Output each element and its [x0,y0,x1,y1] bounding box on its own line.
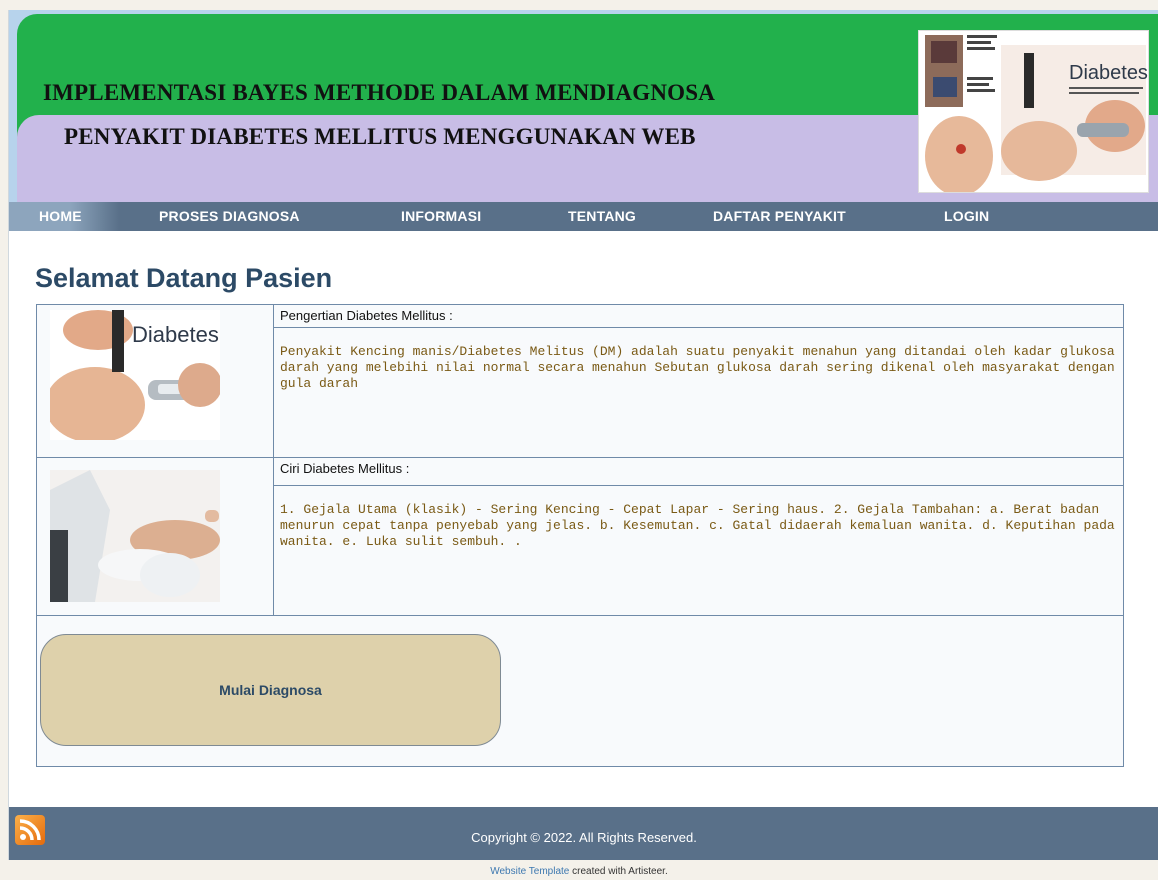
diabetes-image-label: Diabetes [132,322,219,347]
section-title-pengertian: Pengertian Diabetes Mellitus : [280,308,453,323]
credit-text: created with Artisteer. [569,866,668,877]
section-text-pengertian: Penyakit Kencing manis/Diabetes Melitus … [280,344,1115,392]
nav-login[interactable]: LOGIN [944,208,989,224]
section-title-cell: Ciri Diabetes Mellitus : [273,456,1124,487]
template-credit: Website Template created with Artisteer. [0,866,1158,877]
nav-informasi[interactable]: INFORMASI [401,208,481,224]
page: IMPLEMENTASI BAYES METHODE DALAM MENDIAG… [8,10,1158,860]
info-table: Diabetes Pengertian Diabetes Mellitus : … [36,303,1124,767]
section-text-cell: 1. Gejala Utama (klasik) - Sering Kencin… [273,485,1124,617]
section-text-cell: Penyakit Kencing manis/Diabetes Melitus … [273,327,1124,458]
table-row: Diabetes Pengertian Diabetes Mellitus : [36,303,1124,458]
section-title-cell: Pengertian Diabetes Mellitus : [273,303,1124,329]
nav-home[interactable]: HOME [39,208,82,224]
section-text-ciri: 1. Gejala Utama (klasik) - Sering Kencin… [280,502,1115,550]
nav-proses-diagnosa[interactable]: PROSES DIAGNOSA [159,208,300,224]
diabetes-test-image: Diabetes [50,310,220,440]
nav-daftar-penyakit[interactable]: DAFTAR PENYAKIT [713,208,846,224]
main-content: Selamat Datang Pasien Diabetes Pengertia… [9,231,1158,807]
nav-tentang[interactable]: TENTANG [568,208,636,224]
site-title-line1: IMPLEMENTASI BAYES METHODE DALAM MENDIAG… [43,80,716,105]
header-diabetes-logo-text: Diabetes [1069,62,1148,84]
section-title-ciri: Ciri Diabetes Mellitus : [280,460,410,476]
table-row: Ciri Diabetes Mellitus : [36,456,1124,617]
button-cell: Mulai Diagnosa [36,615,1124,767]
main-nav: HOME PROSES DIAGNOSA INFORMASI TENTANG D… [9,202,1158,231]
website-template-link[interactable]: Website Template [490,866,569,877]
copyright-text: Copyright © 2022. All Rights Reserved. [471,830,697,845]
table-row: Mulai Diagnosa [36,615,1124,767]
site-title-line2: PENYAKIT DIABETES MELLITUS MENGGUNAKAN W… [64,124,696,149]
mulai-diagnosa-button[interactable]: Mulai Diagnosa [40,634,501,747]
image-cell: Diabetes [36,304,274,458]
image-cell [36,456,274,617]
site-footer: Copyright © 2022. All Rights Reserved. [9,807,1158,860]
page-title: Selamat Datang Pasien [35,263,333,293]
site-header: IMPLEMENTASI BAYES METHODE DALAM MENDIAG… [9,10,1158,202]
header-banner-image: Diabetes [918,30,1149,193]
hand-check-image [50,469,220,602]
